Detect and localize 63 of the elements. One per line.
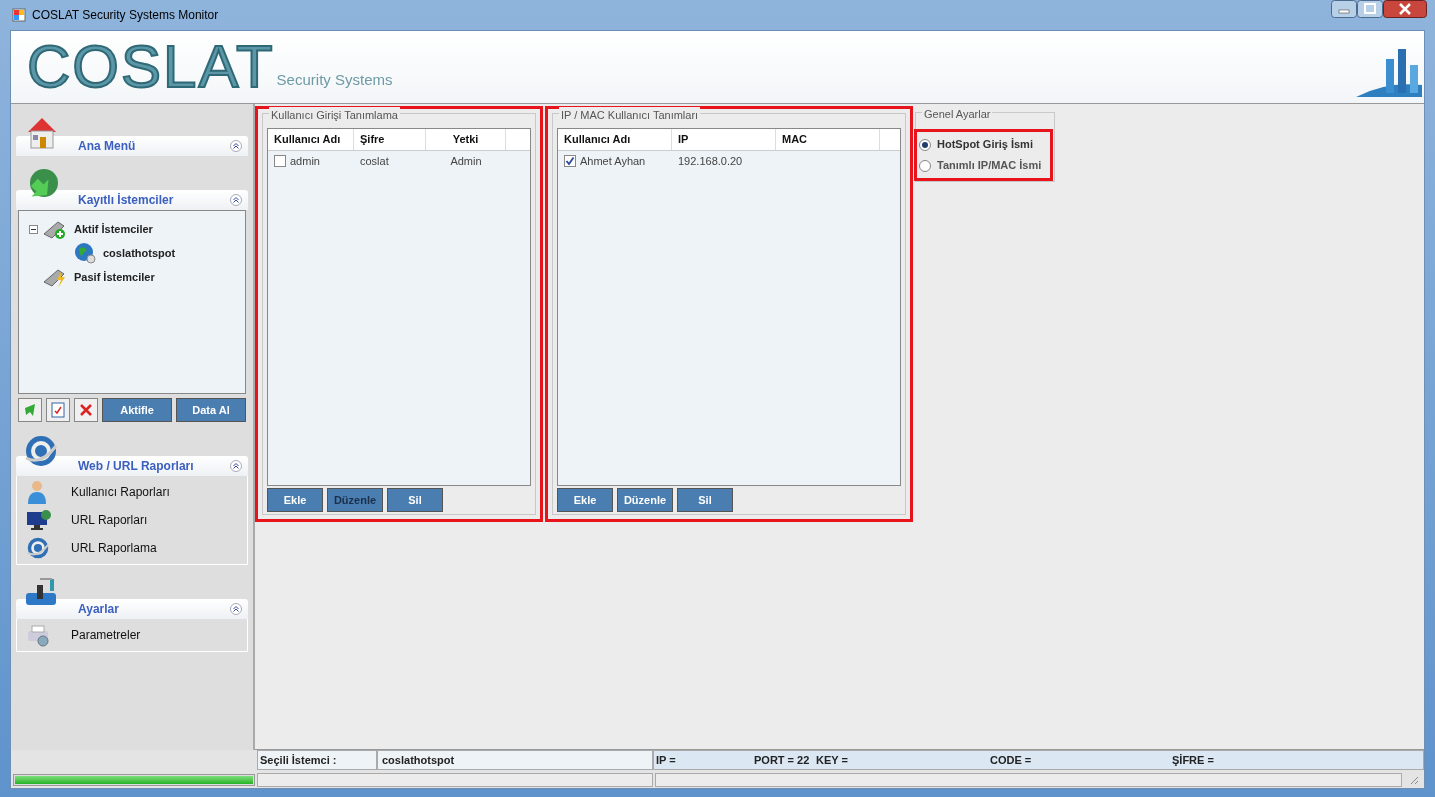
column-header[interactable]: Şifre — [354, 129, 426, 150]
delete-icon — [79, 403, 93, 417]
delete-button[interactable] — [74, 398, 98, 422]
minimize-button[interactable] — [1331, 0, 1357, 18]
app-icon — [12, 8, 26, 22]
arrow-icon-button[interactable] — [18, 398, 42, 422]
section-header[interactable]: Web / URL Raporları — [16, 456, 248, 476]
radio-button[interactable] — [919, 138, 931, 151]
collapse-chevron-icon[interactable] — [230, 603, 242, 615]
maximize-button[interactable] — [1357, 0, 1383, 18]
status-value: coslathotspot — [377, 750, 653, 770]
printer-icon — [25, 623, 51, 647]
group-title: Kullanıcı Girişi Tanımlama — [269, 107, 400, 124]
section-title: Web / URL Raporları — [78, 458, 195, 475]
radio-label[interactable]: Tanımlı IP/MAC İsmi — [937, 157, 1042, 174]
table-cell-text: Admin — [450, 153, 482, 169]
table-cell-text: admin — [290, 153, 320, 169]
table-cell-text: Ahmet Ayhan — [580, 153, 646, 169]
action-button[interactable]: Düzenle — [617, 488, 673, 512]
tree-item[interactable]: coslathotspot — [103, 244, 176, 262]
column-header[interactable]: IP — [672, 129, 776, 150]
section-header[interactable]: Kayıtlı İstemciler — [16, 190, 248, 210]
collapse-chevron-icon[interactable] — [230, 140, 242, 152]
tree-item[interactable]: Aktif İstemciler — [74, 220, 153, 238]
collapse-chevron-icon[interactable] — [230, 194, 242, 206]
collapse-toggle[interactable] — [29, 224, 38, 234]
logo-tagline: Security Systems — [276, 69, 393, 90]
menu-item[interactable]: URL Raporları — [17, 506, 247, 534]
column-header[interactable]: Yetki — [426, 129, 506, 150]
section-title: Kayıtlı İstemciler — [78, 192, 175, 209]
logo-wordmark: COSLAT — [27, 37, 275, 97]
column-header[interactable]: Kullanıcı Adı — [268, 129, 354, 150]
menu-item[interactable]: Parametreler — [17, 621, 247, 649]
status-label: Seçili İstemci : — [257, 750, 377, 770]
action-button[interactable]: Ekle — [267, 488, 323, 512]
action-button[interactable]: Data Al — [176, 398, 246, 422]
action-button[interactable]: Sil — [387, 488, 443, 512]
column-header[interactable]: MAC — [776, 129, 880, 150]
table-cell-text: 192.168.0.20 — [678, 153, 743, 169]
action-button[interactable]: Aktifle — [102, 398, 172, 422]
checklist-icon — [51, 402, 65, 418]
section-title: Ana Menü — [78, 138, 137, 155]
tree-item[interactable]: Pasif İstemciler — [74, 268, 155, 286]
action-button[interactable]: Sil — [677, 488, 733, 512]
section-header[interactable]: Ana Menü — [16, 136, 248, 156]
row-checkbox[interactable] — [274, 155, 286, 167]
checklist-icon-button[interactable] — [46, 398, 70, 422]
action-button[interactable]: Ekle — [557, 488, 613, 512]
collapse-chevron-icon[interactable] — [230, 460, 242, 472]
row-checkbox[interactable] — [564, 155, 576, 167]
radio-button[interactable] — [919, 159, 931, 172]
arrow-icon — [23, 402, 37, 418]
monitor-icon — [25, 508, 51, 532]
section-title: Ayarlar — [78, 601, 120, 618]
menu-item[interactable]: Kullanıcı Raporları — [17, 478, 247, 506]
globe-icon — [73, 241, 97, 265]
close-button[interactable] — [1383, 0, 1427, 18]
window-title: COSLAT Security Systems Monitor — [32, 7, 219, 24]
menu-item[interactable]: URL Raporlama — [17, 534, 247, 562]
radio-label[interactable]: HotSpot Giriş İsmi — [937, 136, 1033, 153]
table-cell-text: coslat — [360, 153, 389, 169]
section-header[interactable]: Ayarlar — [16, 599, 248, 619]
column-header[interactable]: Kullanıcı Adı — [558, 129, 672, 150]
